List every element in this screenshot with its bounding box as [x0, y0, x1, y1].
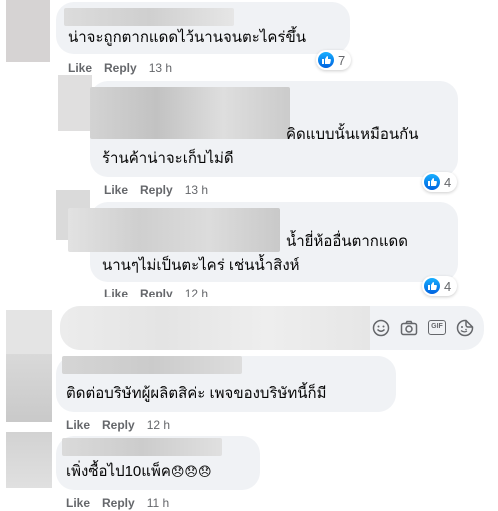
reaction-count[interactable]: 7 — [316, 50, 352, 70]
comment-text-line2: ร้านค้าน่าจะเก็บไม่ดี — [102, 150, 234, 167]
comment-text-body: เพิ่งซื้อไป10แพ็ค — [66, 463, 171, 480]
reply-link[interactable]: Reply — [102, 418, 135, 432]
avatar — [6, 310, 52, 354]
avatar[interactable] — [6, 432, 52, 488]
comment-meta: Like Reply 12 h — [66, 418, 170, 432]
disappointed-emoji: 😞😞😞 — [170, 464, 212, 479]
comment-meta: Like Reply 13 h — [104, 183, 208, 197]
timestamp[interactable]: 12 h — [147, 418, 170, 432]
commenter-name-blurred[interactable] — [64, 8, 234, 26]
camera-icon[interactable] — [400, 319, 418, 337]
reaction-number: 7 — [338, 52, 346, 68]
like-link[interactable]: Like — [68, 61, 92, 75]
comment-text: น่าจะถูกตากแดดไว้นานจนตะไคร่ขึ้น — [68, 29, 306, 46]
commenter-name-blurred[interactable] — [68, 208, 280, 252]
reaction-count[interactable]: 4 — [422, 276, 458, 296]
commenter-name-blurred[interactable] — [62, 438, 222, 456]
reaction-number: 4 — [444, 174, 452, 190]
composer-input-blurred[interactable] — [60, 306, 370, 350]
timestamp[interactable]: 13 h — [149, 61, 172, 75]
reply-link[interactable]: Reply — [102, 496, 135, 510]
like-reaction-icon — [424, 174, 440, 190]
comment-bubble: เพิ่งซื้อไป10แพ็ค😞😞😞 — [56, 436, 260, 490]
like-link[interactable]: Like — [104, 183, 128, 197]
comment-bubble: น้ำยี่ห้ออื่นตากแดด นานๆไม่เป็นตะไคร่ เช… — [68, 202, 458, 282]
comment-text-line1: คิดแบบนั้นเหมือนกัน — [286, 126, 419, 143]
gif-icon[interactable]: GIF — [428, 320, 446, 335]
avatar[interactable] — [6, 0, 50, 62]
comment-text: ติดต่อบริษัทผู้ผลิตสิค่ะ เพจของบริษัทนี้… — [66, 385, 327, 402]
like-link[interactable]: Like — [66, 418, 90, 432]
avatar[interactable] — [6, 354, 52, 422]
reply-link[interactable]: Reply — [140, 287, 173, 297]
reply-link[interactable]: Reply — [104, 61, 137, 75]
sticker-icon[interactable] — [456, 319, 474, 337]
timestamp[interactable]: 13 h — [185, 183, 208, 197]
avatar[interactable] — [58, 75, 92, 131]
commenter-name-blurred[interactable] — [62, 356, 242, 374]
comment-bubble: ติดต่อบริษัทผู้ผลิตสิค่ะ เพจของบริษัทนี้… — [56, 356, 396, 412]
emoji-smile-icon[interactable] — [372, 319, 390, 337]
gif-label: GIF — [431, 323, 443, 330]
comment-text: เพิ่งซื้อไป10แพ็ค😞😞😞 — [66, 462, 212, 482]
comment-meta: Like Reply 12 h — [104, 287, 208, 297]
comment-bubble: คิดแบบนั้นเหมือนกัน ร้านค้าน่าจะเก็บไม่ด… — [90, 81, 458, 177]
comment-meta: Like Reply 11 h — [66, 496, 169, 510]
comment-composer[interactable]: GIF — [60, 306, 484, 350]
comment-text-line2: นานๆไม่เป็นตะไคร่ เช่นน้ำสิงห์ — [102, 257, 300, 274]
reaction-number: 4 — [444, 278, 452, 294]
timestamp[interactable]: 11 h — [147, 496, 169, 510]
comment-text-line1: น้ำยี่ห้ออื่นตากแดด — [286, 233, 409, 250]
comment-bubble: น่าจะถูกตากแดดไว้นานจนตะไคร่ขึ้น — [56, 2, 350, 54]
like-link[interactable]: Like — [66, 496, 90, 510]
reply-link[interactable]: Reply — [140, 183, 173, 197]
comment-meta: Like Reply 13 h — [68, 61, 172, 75]
like-link[interactable]: Like — [104, 287, 128, 297]
like-reaction-icon — [318, 52, 334, 68]
like-reaction-icon — [424, 278, 440, 294]
timestamp[interactable]: 12 h — [185, 287, 208, 297]
commenter-name-blurred[interactable] — [90, 87, 290, 139]
reaction-count[interactable]: 4 — [422, 172, 458, 192]
